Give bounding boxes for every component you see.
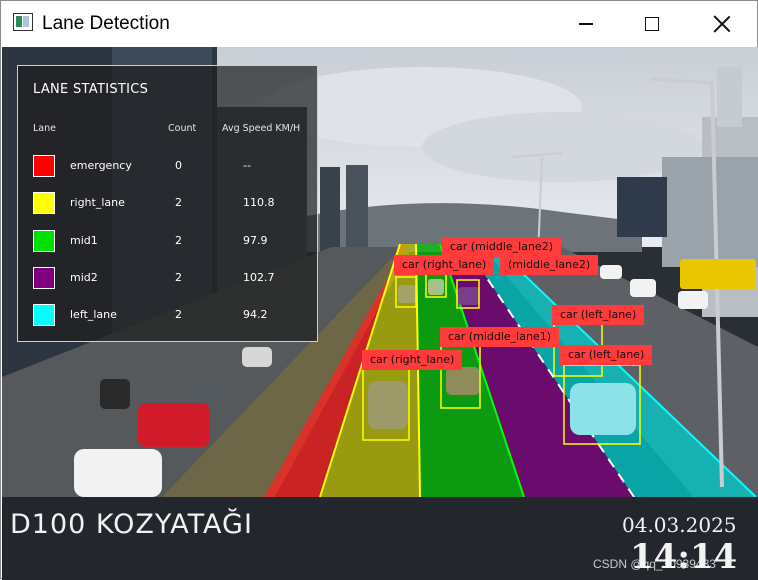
stats-row-mid1: mid1 2 97.9: [18, 230, 318, 256]
lane-color-swatch: [33, 267, 55, 289]
building: [346, 165, 368, 260]
detection-label: car (left_lane): [560, 345, 653, 365]
app-icon: [13, 13, 33, 31]
lane-name: emergency: [70, 159, 132, 172]
header-count: Count: [168, 123, 197, 134]
lane-color-swatch: [33, 192, 55, 214]
minimize-icon: [579, 23, 593, 25]
lane-count: 2: [175, 196, 182, 209]
stats-row-mid2: mid2 2 102.7: [18, 267, 318, 293]
detection-label: car (middle_lane2): [442, 237, 561, 257]
car: [458, 287, 480, 305]
car: [368, 381, 408, 429]
cloud: [422, 112, 702, 182]
lane-color-swatch: [33, 230, 55, 252]
car: [446, 367, 480, 395]
car-white: [74, 449, 162, 497]
car-red: [138, 403, 210, 447]
lane-name: left_lane: [70, 308, 117, 321]
detection-label: car (right_lane): [362, 350, 463, 370]
lane-count: 2: [175, 271, 182, 284]
lane-color-swatch: [33, 155, 55, 177]
lane-speed: 94.2: [243, 308, 268, 321]
detection-label: car (left_lane): [552, 305, 645, 325]
camera-location: D100 KOZYATAĞI: [10, 509, 253, 540]
lane-count: 2: [175, 234, 182, 247]
maximize-button[interactable]: [629, 1, 675, 47]
minimize-button[interactable]: [563, 1, 609, 47]
lane-speed: --: [243, 159, 251, 172]
stats-title: LANE STATISTICS: [33, 82, 149, 97]
lane-name: right_lane: [70, 196, 125, 209]
lane-statistics-panel: LANE STATISTICS Lane Count Avg Speed KM/…: [17, 65, 318, 342]
stats-row-left-lane: left_lane 2 94.2: [18, 304, 318, 330]
motorbike: [100, 379, 130, 409]
lane-speed: 102.7: [243, 271, 275, 284]
maximize-icon: [645, 17, 659, 31]
close-icon: [713, 15, 731, 33]
lane-color-swatch: [33, 304, 55, 326]
building: [717, 67, 742, 127]
camera-date: 04.03.2025: [622, 513, 737, 537]
header-speed: Avg Speed KM/H: [222, 123, 301, 134]
lane-detection-window: Lane Detection (middle_lane2) car (middl…: [0, 0, 758, 580]
lane-speed: 97.9: [243, 234, 268, 247]
car: [398, 285, 416, 303]
car: [570, 383, 636, 435]
lane-count: 2: [175, 308, 182, 321]
car: [242, 347, 272, 367]
stats-row-emergency: emergency 0 --: [18, 155, 318, 181]
building: [617, 177, 667, 237]
lane-name: mid1: [70, 234, 98, 247]
detection-label: (middle_lane2): [500, 255, 599, 275]
car: [600, 265, 622, 279]
bus: [680, 259, 756, 289]
lane-name: mid2: [70, 271, 98, 284]
title-bar[interactable]: Lane Detection: [1, 1, 757, 47]
lane-count: 0: [175, 159, 182, 172]
close-button[interactable]: [699, 1, 745, 47]
building: [320, 167, 340, 257]
car: [188, 372, 240, 400]
car: [630, 279, 656, 297]
header-lane: Lane: [33, 123, 56, 134]
detection-label: car (right_lane): [394, 255, 495, 275]
building: [662, 157, 758, 267]
watermark: CSDN @qq_30939433: [593, 557, 716, 571]
window-title: Lane Detection: [42, 13, 170, 34]
video-frame: (middle_lane2) car (middle_lane2) car (r…: [2, 47, 758, 580]
car: [428, 279, 444, 295]
detection-label: car (middle_lane1): [440, 327, 559, 347]
lane-speed: 110.8: [243, 196, 275, 209]
stats-row-right-lane: right_lane 2 110.8: [18, 192, 318, 218]
car: [678, 291, 708, 309]
